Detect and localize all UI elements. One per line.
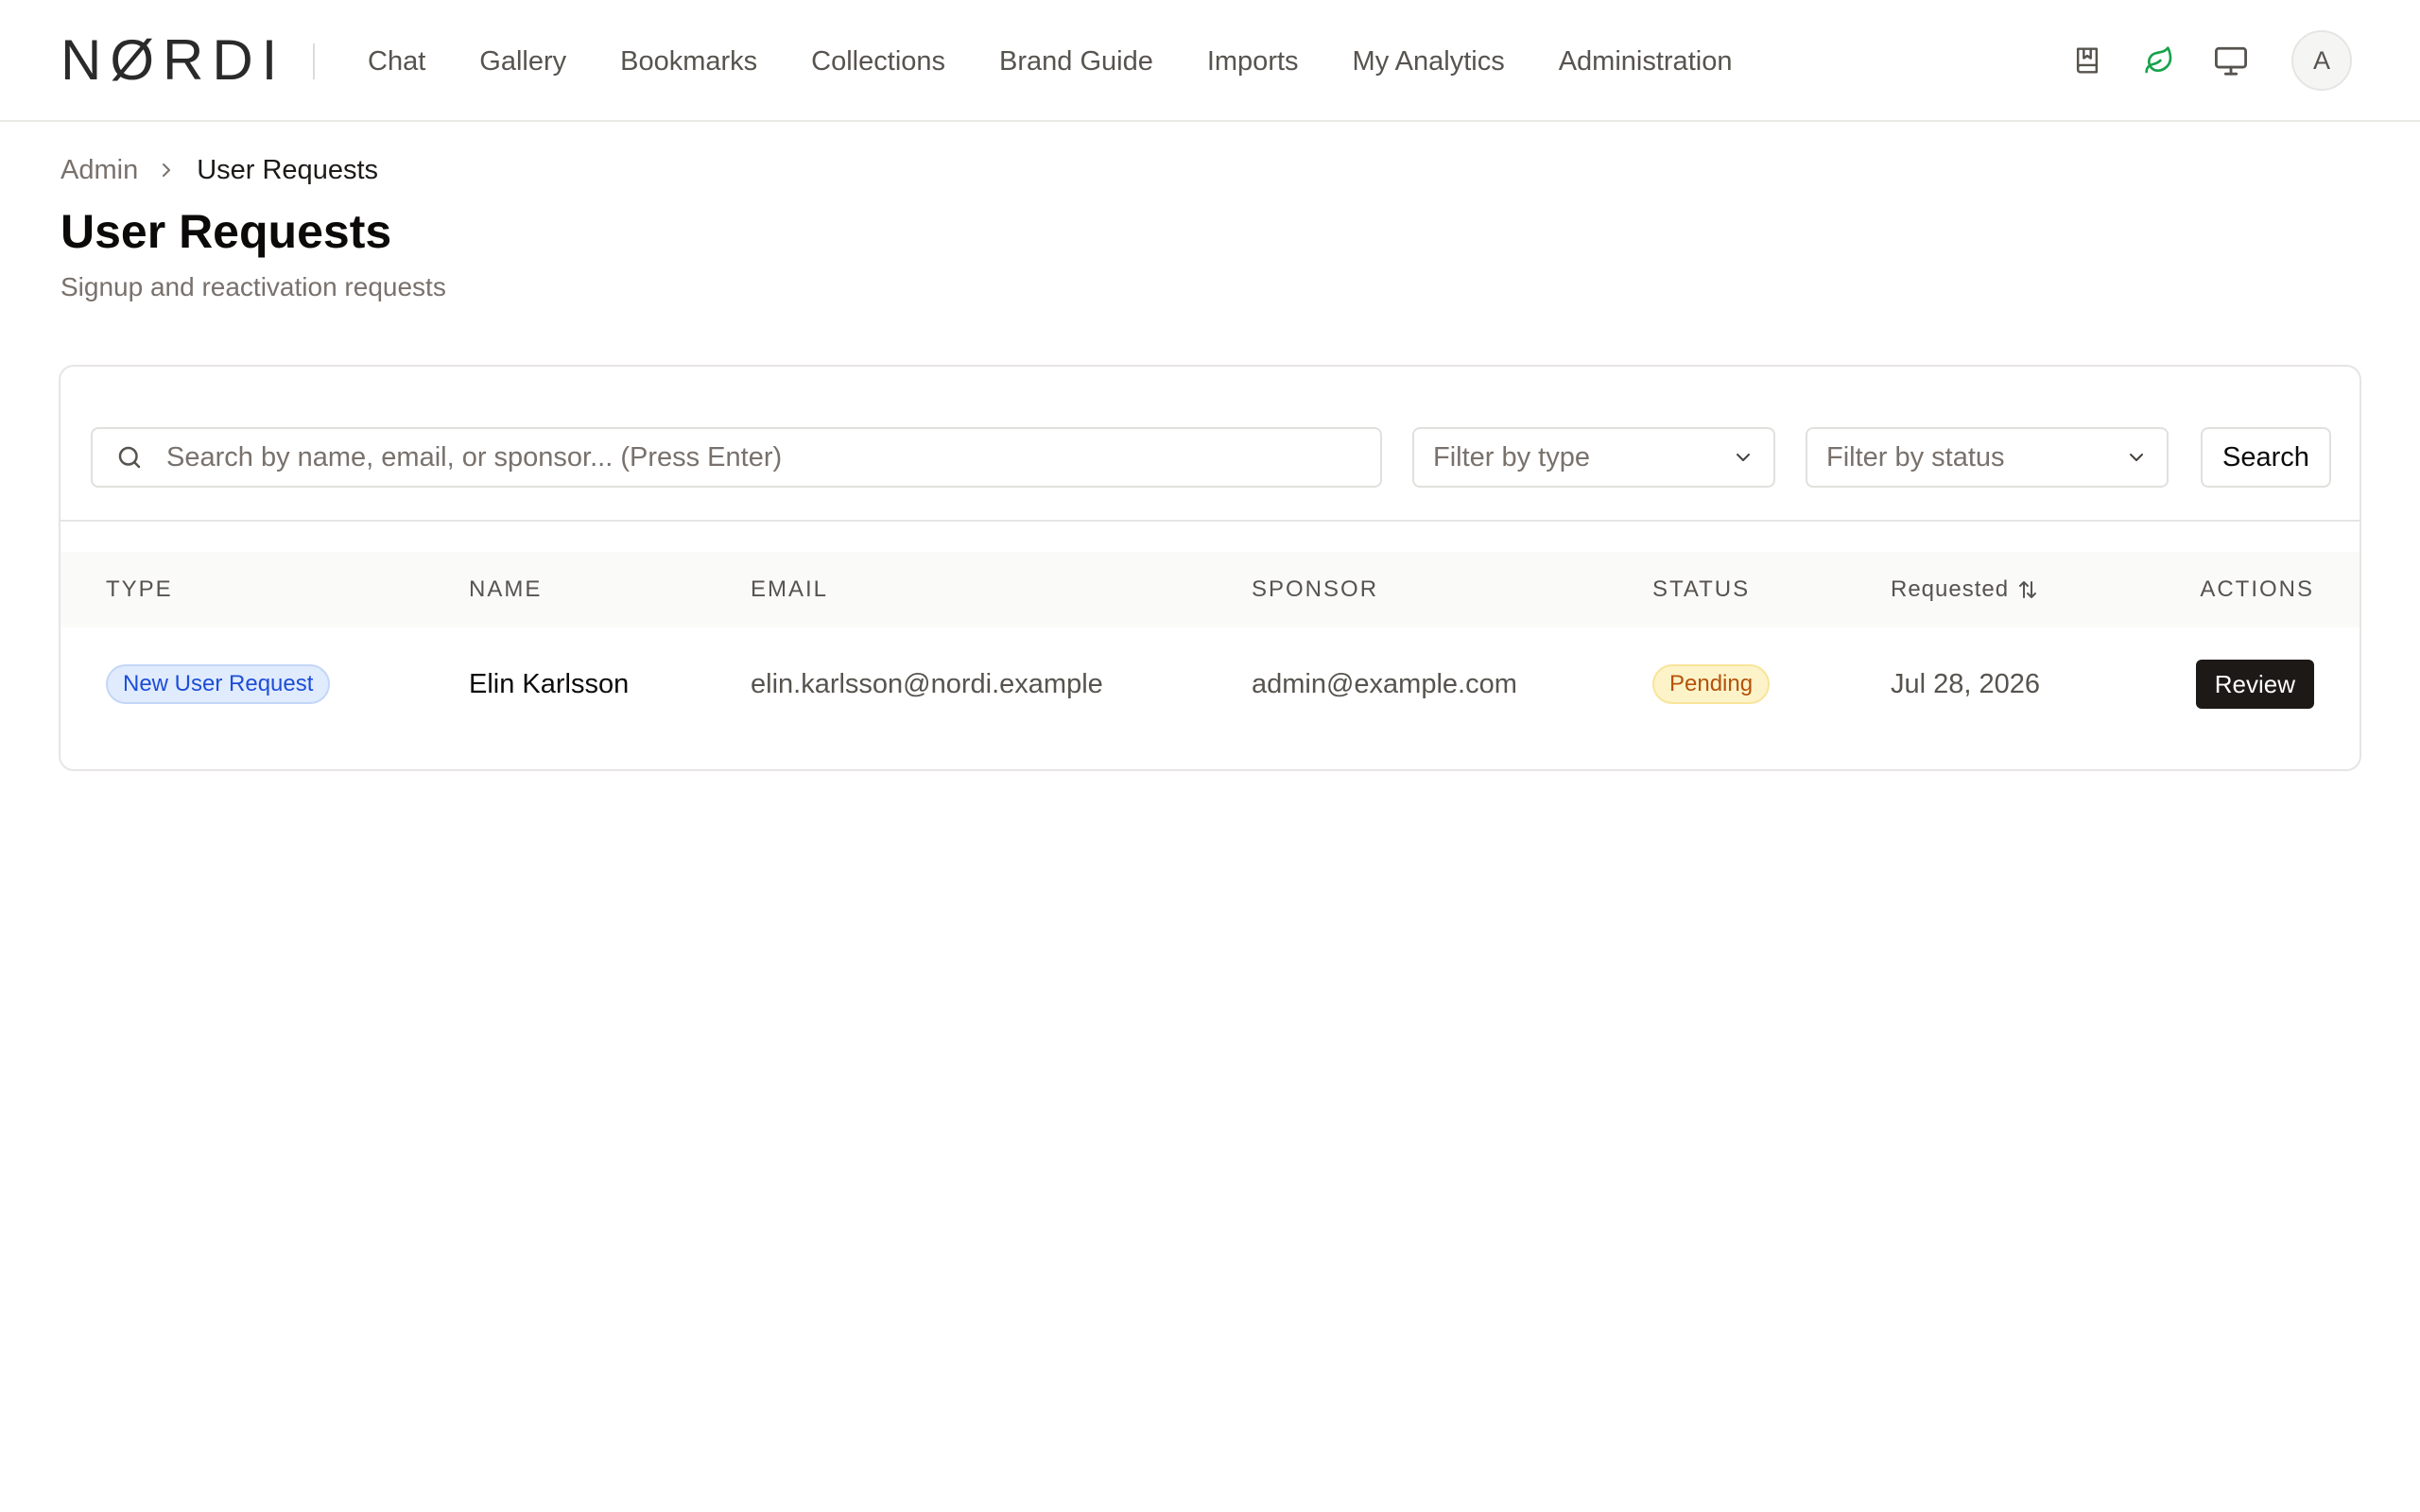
table-header: TYPE NAME EMAIL SPONSOR STATUS Requested…: [60, 552, 2360, 627]
leaf-icon[interactable]: [2138, 40, 2180, 81]
status-cell: Pending: [1652, 627, 1771, 741]
nav-item-collections[interactable]: Collections: [811, 38, 945, 85]
status-filter-label: Filter by status: [1826, 441, 2005, 472]
column-header-status: STATUS: [1652, 576, 1751, 602]
column-header-requested-label: Requested: [1891, 576, 2010, 602]
nav-item-my-analytics[interactable]: My Analytics: [1353, 38, 1505, 85]
search-button[interactable]: Search: [2201, 427, 2331, 488]
main-nav: Chat Gallery Bookmarks Collections Brand…: [368, 38, 1732, 85]
sponsor-cell: admin@example.com: [1252, 668, 1517, 699]
column-header-actions: ACTIONS: [2200, 576, 2314, 602]
search-input[interactable]: [166, 441, 1348, 473]
header-actions: A: [2066, 29, 2352, 92]
sort-arrows-icon: [2016, 578, 2039, 601]
requested-date-cell: Jul 28, 2026: [1891, 668, 2041, 699]
nav-item-administration[interactable]: Administration: [1559, 38, 1733, 85]
type-filter-select[interactable]: Filter by type: [1412, 427, 1775, 488]
column-header-name: NAME: [469, 576, 543, 602]
chevron-right-icon: [157, 161, 176, 180]
actions-cell: Review: [2195, 627, 2314, 741]
nav-item-imports[interactable]: Imports: [1207, 38, 1299, 85]
page-title: User Requests: [60, 205, 392, 258]
column-header-type: TYPE: [106, 576, 173, 602]
breadcrumb-current: User Requests: [197, 154, 379, 185]
table-row: New User Request Elin Karlsson elin.karl…: [60, 627, 2360, 741]
brand-logo[interactable]: NØRDI: [60, 28, 286, 92]
user-avatar[interactable]: A: [2291, 30, 2352, 91]
status-filter-select[interactable]: Filter by status: [1806, 427, 2169, 488]
breadcrumb: Admin User Requests: [60, 151, 378, 189]
search-icon: [115, 443, 144, 472]
bookmark-book-icon[interactable]: [2066, 40, 2108, 81]
page-subtitle: Signup and reactivation requests: [60, 272, 446, 301]
column-header-requested[interactable]: Requested: [1891, 552, 2039, 627]
search-box[interactable]: [91, 427, 1382, 488]
breadcrumb-admin-link[interactable]: Admin: [60, 155, 138, 186]
filter-toolbar: Filter by type Filter by status Search: [60, 367, 2360, 522]
review-button[interactable]: Review: [2195, 660, 2314, 709]
chevron-down-icon: [2125, 446, 2148, 469]
name-cell: Elin Karlsson: [469, 668, 630, 699]
logo-divider: [313, 43, 315, 79]
column-header-email: EMAIL: [751, 576, 829, 602]
type-badge: New User Request: [106, 664, 331, 704]
column-header-sponsor: SPONSOR: [1252, 576, 1379, 602]
nav-item-bookmarks[interactable]: Bookmarks: [620, 38, 757, 85]
chevron-down-icon: [1732, 446, 1754, 469]
nav-item-brand-guide[interactable]: Brand Guide: [999, 38, 1153, 85]
brand-logo-text: NØRDI: [60, 28, 286, 92]
nav-item-chat[interactable]: Chat: [368, 38, 425, 85]
status-badge: Pending: [1652, 664, 1771, 704]
nav-item-gallery[interactable]: Gallery: [479, 38, 566, 85]
top-navigation-bar: NØRDI Chat Gallery Bookmarks Collections…: [0, 0, 2420, 122]
type-cell: New User Request: [106, 627, 331, 741]
type-filter-label: Filter by type: [1433, 441, 1590, 472]
email-cell: elin.karlsson@nordi.example: [751, 668, 1103, 699]
monitor-icon[interactable]: [2210, 40, 2252, 81]
user-requests-card: Filter by type Filter by status Search T…: [59, 365, 2361, 771]
